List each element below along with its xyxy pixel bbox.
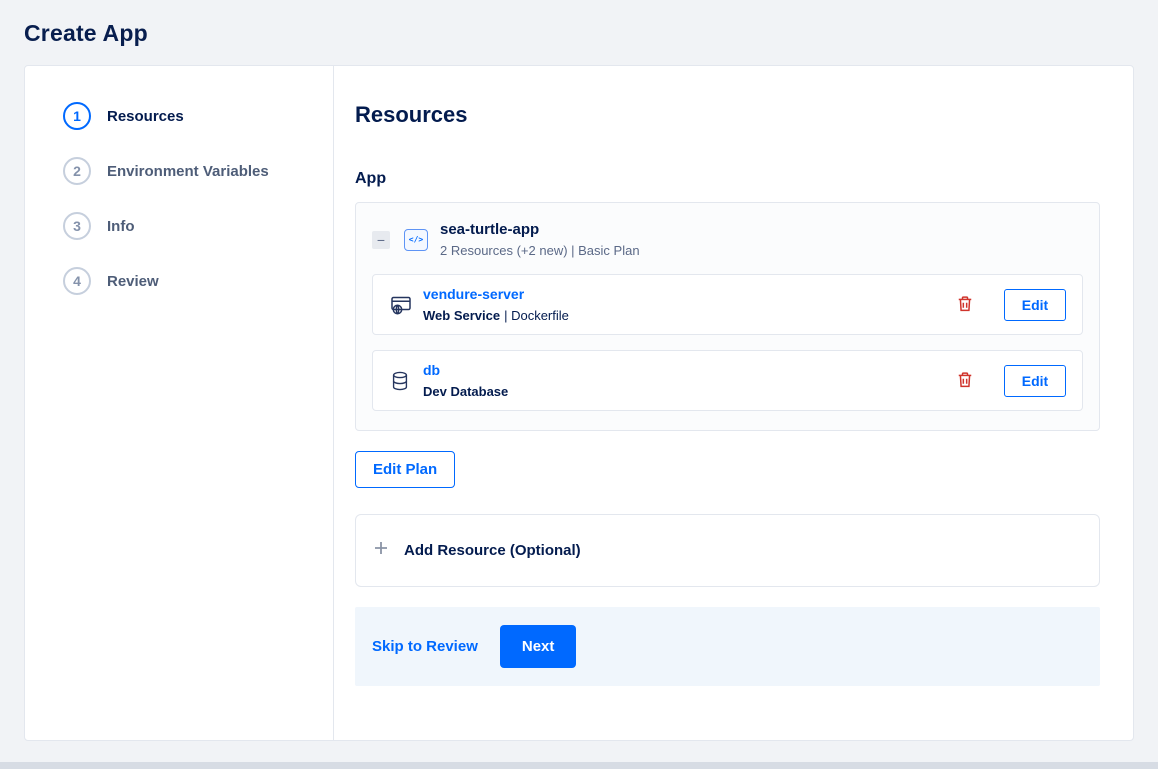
minus-icon: −: [376, 231, 386, 248]
edit-resource-button[interactable]: Edit: [1004, 288, 1066, 321]
create-app-wizard-card: 1 Resources 2 Environment Variables 3 In…: [24, 65, 1134, 741]
trash-icon: [955, 371, 975, 393]
step-label: Info: [107, 217, 135, 235]
resource-detail: | Dockerfile: [504, 308, 569, 323]
stepper-step-environment-variables[interactable]: 2 Environment Variables: [63, 157, 333, 185]
resource-name-link[interactable]: db: [423, 362, 440, 378]
resource-subtitle: Web Service | Dockerfile: [423, 308, 569, 323]
resource-text: vendure-server Web Service | Dockerfile: [423, 286, 569, 323]
resource-name-link[interactable]: vendure-server: [423, 286, 524, 302]
resource-type: Dev Database: [423, 384, 509, 399]
web-service-icon: [389, 293, 413, 317]
resources-panel: Resources App − </> sea-turtle-app 2 Res…: [334, 66, 1133, 740]
stepper-step-info[interactable]: 3 Info: [63, 212, 333, 240]
app-name: sea-turtle-app: [440, 221, 540, 238]
app-title-block: sea-turtle-app 2 Resources (+2 new) | Ba…: [440, 221, 640, 258]
app-section-label: App: [355, 170, 387, 187]
wizard-stepper: 1 Resources 2 Environment Variables 3 In…: [25, 66, 334, 740]
step-label: Review: [107, 272, 159, 290]
collapse-button[interactable]: −: [372, 230, 390, 249]
resource-text: db Dev Database: [423, 362, 512, 399]
app-subtitle: 2 Resources (+2 new) | Basic Plan: [440, 243, 640, 258]
delete-resource-button[interactable]: [954, 370, 976, 392]
trash-icon: [955, 295, 975, 317]
stepper-step-review[interactable]: 4 Review: [63, 267, 333, 295]
resources-heading: Resources: [355, 102, 468, 127]
edit-resource-button[interactable]: Edit: [1004, 364, 1066, 397]
resource-row-vendure-server: vendure-server Web Service| Dockerfile: [372, 274, 1083, 335]
resource-row-db: db Dev Database Edit: [372, 350, 1083, 411]
step-number-badge: 3: [63, 212, 91, 240]
page-bottom-divider: [0, 762, 1158, 769]
resource-subtitle: Dev Database: [423, 384, 512, 399]
stepper-step-resources[interactable]: 1 Resources: [63, 102, 333, 130]
add-resource-card[interactable]: Add Resource (Optional): [355, 514, 1100, 587]
next-button[interactable]: Next: [499, 625, 577, 668]
app-group-card: − </> sea-turtle-app 2 Resources (+2 new…: [355, 202, 1100, 431]
skip-to-review-link[interactable]: Skip to Review: [372, 638, 478, 655]
step-number-badge: 2: [63, 157, 91, 185]
step-number-badge: 1: [63, 102, 91, 130]
page-title: Create App: [24, 20, 148, 46]
step-label: Resources: [107, 107, 184, 125]
resource-type: Web Service: [423, 308, 501, 323]
database-icon: [389, 369, 413, 393]
edit-plan-button[interactable]: Edit Plan: [355, 451, 456, 488]
delete-resource-button[interactable]: [954, 294, 976, 316]
plus-icon: [373, 540, 389, 561]
step-number-badge: 4: [63, 267, 91, 295]
create-app-page: Create App 1 Resources 2 Environment Var…: [0, 0, 1158, 741]
wizard-footer-bar: Skip to Review Next: [355, 607, 1100, 686]
app-code-icon: </>: [404, 228, 428, 251]
step-label: Environment Variables: [107, 162, 269, 180]
app-group-header: − </> sea-turtle-app 2 Resources (+2 new…: [356, 203, 1099, 274]
add-resource-label: Add Resource (Optional): [404, 542, 581, 559]
